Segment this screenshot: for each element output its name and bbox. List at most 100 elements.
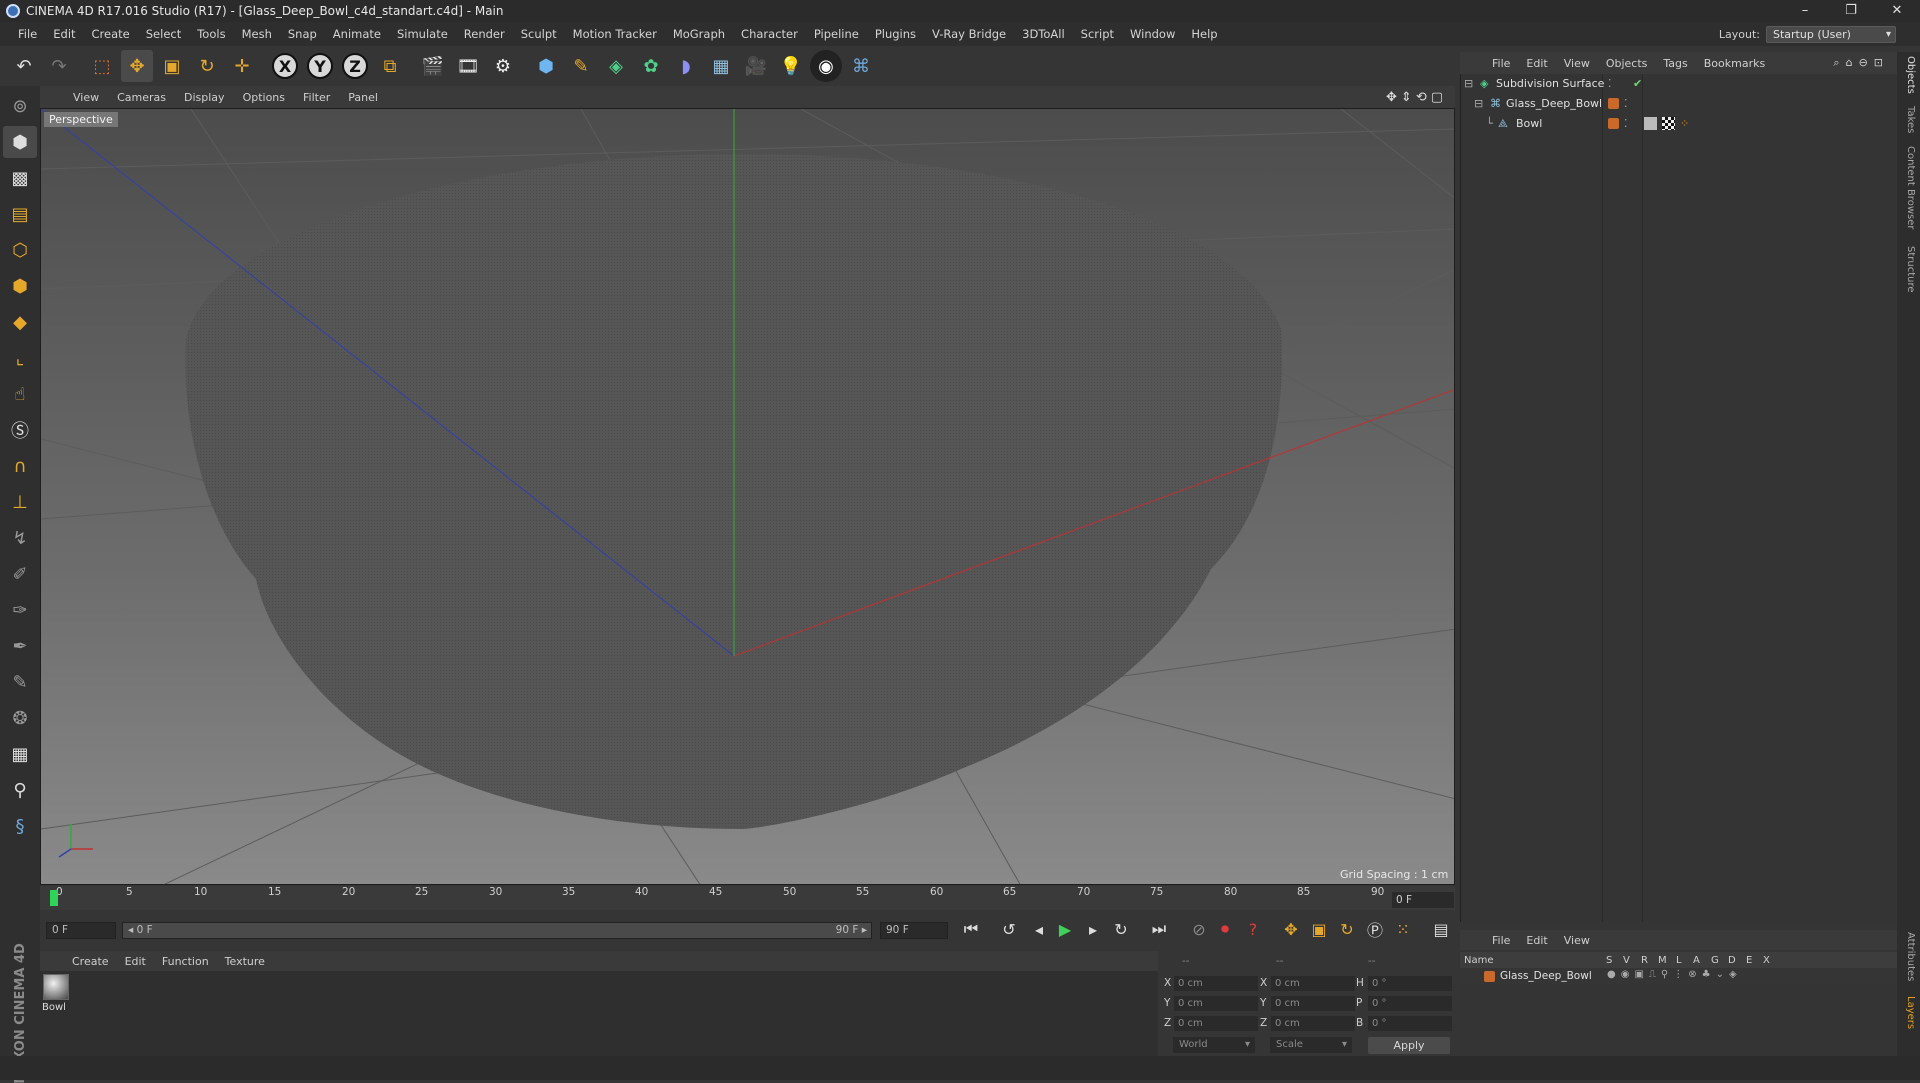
size-x-field[interactable]: 0 cm <box>1271 976 1355 991</box>
column-render[interactable]: R <box>1641 955 1648 966</box>
python-icon[interactable]: ⌘ <box>845 50 877 82</box>
viewport-menu-filter[interactable]: Filter <box>294 91 339 104</box>
viewport-menu-options[interactable]: Options <box>234 91 294 104</box>
go-to-end-icon[interactable]: ⏭ <box>1146 916 1172 942</box>
material-thumbnail[interactable] <box>43 974 69 1000</box>
expand-toggle[interactable]: ⊟ <box>1464 77 1473 90</box>
column-xref[interactable]: X <box>1763 955 1770 966</box>
make-editable-icon[interactable]: ⊚ <box>3 90 37 122</box>
next-key-icon[interactable]: ↻ <box>1108 916 1134 942</box>
render-view-icon[interactable]: 🎬 <box>417 50 449 82</box>
object-menu-view[interactable]: View <box>1556 57 1598 70</box>
scale-tool-icon[interactable]: ▣ <box>156 50 188 82</box>
visibility-dots-icon[interactable]: ⁚ <box>1608 77 1612 90</box>
menu-character[interactable]: Character <box>733 27 806 41</box>
play-icon[interactable]: ▶ <box>1052 916 1078 942</box>
viewport-menu-view[interactable]: View <box>64 91 108 104</box>
vray-icon[interactable]: ◉ <box>810 50 842 82</box>
layer-color-icon[interactable] <box>1608 118 1619 129</box>
render-settings-icon[interactable]: ⚙ <box>487 50 519 82</box>
tab-attributes[interactable]: Attributes <box>1900 932 1916 981</box>
viewport-navigation-icon[interactable]: ✥⇕⟲▢ <box>1386 90 1447 105</box>
pos-x-field[interactable]: 0 cm <box>1174 976 1258 991</box>
subdivision-surface-icon[interactable]: ◈ <box>600 50 632 82</box>
model-mode-icon[interactable]: ⬢ <box>3 126 37 158</box>
column-expressions[interactable]: E <box>1746 955 1752 966</box>
column-locked[interactable]: L <box>1676 955 1682 966</box>
key-scale-icon[interactable]: ▣ <box>1306 916 1332 942</box>
minimize-button[interactable]: – <box>1782 0 1828 22</box>
sculpt-icon[interactable]: ↯ <box>3 522 37 554</box>
redo-icon[interactable]: ↷ <box>43 50 75 82</box>
tab-content-browser[interactable]: Content Browser <box>1900 146 1916 229</box>
spline-pen-icon[interactable]: ✎ <box>565 50 597 82</box>
polygons-mode-icon[interactable]: ◆ <box>3 306 37 338</box>
3d-viewport[interactable] <box>40 108 1455 885</box>
layer-color-icon[interactable] <box>1608 98 1619 109</box>
y-axis-lock-icon[interactable]: Y <box>304 50 336 82</box>
previous-key-icon[interactable]: ↺ <box>996 916 1022 942</box>
layer-menu-file[interactable]: File <box>1484 934 1518 947</box>
visibility-dots-icon[interactable]: ⁚ <box>1624 117 1628 130</box>
viewport-menu-panel[interactable]: Panel <box>339 91 387 104</box>
object-row-subdivision-surface[interactable]: ⊟ ◈ Subdivision Surface ⁚ ✔ <box>1462 74 1894 93</box>
step-back-icon[interactable]: ◂ <box>1026 916 1052 942</box>
go-to-start-icon[interactable]: ⏮ <box>958 916 984 942</box>
menu-render[interactable]: Render <box>456 27 513 41</box>
magnet-icon[interactable]: ∩ <box>3 450 37 482</box>
workplane-mode-icon[interactable]: ▤ <box>3 198 37 230</box>
keyframe-help-icon[interactable]: ? <box>1240 916 1266 942</box>
column-generators[interactable]: G <box>1711 955 1719 966</box>
last-tool-icon[interactable]: ✛ <box>226 50 258 82</box>
object-menu-tags[interactable]: Tags <box>1655 57 1695 70</box>
key-parameter-icon[interactable]: Ⓟ <box>1362 916 1388 942</box>
paint-icon[interactable]: ✎ <box>3 666 37 698</box>
enabled-check-icon[interactable]: ✔ <box>1633 77 1642 90</box>
brush-r-icon[interactable]: ✑ <box>3 594 37 626</box>
material-menu-texture[interactable]: Texture <box>217 955 273 968</box>
key-position-icon[interactable]: ✥ <box>1278 916 1304 942</box>
texture-mode-icon[interactable]: ▩ <box>3 162 37 194</box>
smooth-icon[interactable]: ❂ <box>3 702 37 734</box>
edges-mode-icon[interactable]: ⬢ <box>3 270 37 302</box>
rot-p-field[interactable]: 0 ° <box>1368 996 1452 1011</box>
menu-tools[interactable]: Tools <box>189 27 233 41</box>
menu-pipeline[interactable]: Pipeline <box>806 27 867 41</box>
close-button[interactable]: ✕ <box>1874 0 1920 22</box>
cube-primitive-icon[interactable]: ⬢ <box>530 50 562 82</box>
material-tag-icon[interactable] <box>1662 117 1675 130</box>
menu-create[interactable]: Create <box>84 27 138 41</box>
visibility-dots-icon[interactable]: ⁚ <box>1624 97 1628 110</box>
playhead-marker[interactable] <box>50 890 58 906</box>
object-menu-bookmarks[interactable]: Bookmarks <box>1696 57 1773 70</box>
material-menu-function[interactable]: Function <box>154 955 217 968</box>
layer-menu-edit[interactable]: Edit <box>1518 934 1555 947</box>
rotate-tool-icon[interactable]: ↻ <box>191 50 223 82</box>
menu-select[interactable]: Select <box>138 27 189 41</box>
column-solo[interactable]: S <box>1606 955 1612 966</box>
layer-row-glass-deep-bowl[interactable]: Glass_Deep_Bowl ●◉▣⎍⚲⋮⊗♣⌄◈ <box>1460 968 1897 985</box>
light-icon[interactable]: 💡 <box>775 50 807 82</box>
pos-y-field[interactable]: 0 cm <box>1174 996 1258 1011</box>
object-row-glass-deep-bowl[interactable]: ⊟ ⌘ Glass_Deep_Bowl ⁚ <box>1462 94 1894 113</box>
start-frame-field[interactable]: 0 F <box>46 922 116 939</box>
python-script-icon[interactable]: § <box>3 810 37 842</box>
points-mode-icon[interactable]: ⬡ <box>3 234 37 266</box>
array-generator-icon[interactable]: ✿ <box>635 50 667 82</box>
viewport-menu-display[interactable]: Display <box>175 91 234 104</box>
pos-z-field[interactable]: 0 cm <box>1174 1016 1258 1031</box>
maximize-button[interactable]: ❐ <box>1828 0 1874 22</box>
undo-icon[interactable]: ↶ <box>8 50 40 82</box>
current-frame-field[interactable]: 0 F <box>1392 892 1454 908</box>
rot-b-field[interactable]: 0 ° <box>1368 1016 1452 1031</box>
lock-icon[interactable]: ⚲ <box>3 774 37 806</box>
column-deformers[interactable]: D <box>1728 955 1736 966</box>
menu-3dtoall[interactable]: 3DToAll <box>1014 27 1073 41</box>
size-z-field[interactable]: 0 cm <box>1271 1016 1355 1031</box>
coordinate-mode-dropdown[interactable]: World <box>1173 1037 1255 1053</box>
column-view[interactable]: V <box>1623 955 1630 966</box>
menu-file[interactable]: File <box>10 27 45 41</box>
material-menu-create[interactable]: Create <box>64 955 117 968</box>
snap-icon[interactable]: Ⓢ <box>3 414 37 446</box>
deformer-icon[interactable]: ◗ <box>670 50 702 82</box>
